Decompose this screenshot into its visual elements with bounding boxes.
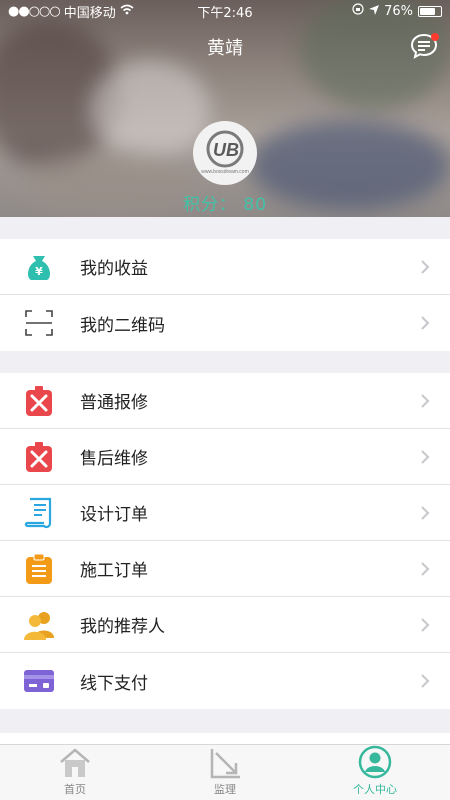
qr-scan-icon (22, 306, 56, 340)
repair-tools-icon (22, 440, 56, 474)
tab-label: 首页 (64, 783, 86, 796)
menu-item-aftersale-repair[interactable]: 售后维修 (0, 429, 450, 485)
svg-text:www.bossdream.com: www.bossdream.com (201, 169, 249, 175)
tab-profile[interactable]: 个人中心 (300, 745, 450, 800)
menu-item-my-earnings[interactable]: ¥ 我的收益 (0, 239, 450, 295)
tab-bar: 首页 监理 个人中心 (0, 744, 450, 800)
menu-group-1: ¥ 我的收益 我的二维码 (0, 239, 450, 351)
chevron-right-icon (421, 316, 430, 330)
menu-item-label: 我的推荐人 (80, 617, 165, 637)
menu-item-design-order[interactable]: 设计订单 (0, 485, 450, 541)
people-icon (22, 608, 56, 642)
menu-item-label: 线下支付 (80, 673, 148, 694)
svg-text:¥: ¥ (35, 265, 43, 278)
status-time: 下午2:46 (197, 5, 253, 21)
menu-item-my-qrcode[interactable]: 我的二维码 (0, 295, 450, 351)
home-icon (60, 748, 90, 777)
menu-group-2: 普通报修 售后维修 设计订单 施工订单 我的推荐人 线下支付 (0, 373, 450, 709)
brand-logo-icon: UB www.bossdream.com (201, 130, 249, 175)
menu-item-construction-order[interactable]: 施工订单 (0, 541, 450, 597)
wifi-icon (120, 4, 134, 19)
chevron-right-icon (421, 674, 430, 688)
menu-item-label: 我的二维码 (80, 315, 165, 336)
avatar[interactable]: UB www.bossdream.com (193, 121, 257, 185)
menu-item-label: 我的收益 (80, 259, 148, 279)
lock-rotation-icon (352, 3, 364, 19)
message-button[interactable] (410, 32, 440, 60)
menu-item-label: 设计订单 (80, 505, 148, 525)
tab-label: 监理 (214, 783, 236, 796)
card-icon (22, 664, 56, 698)
menu-item-label: 施工订单 (80, 561, 148, 581)
chevron-right-icon (421, 450, 430, 464)
tab-home[interactable]: 首页 (0, 745, 150, 800)
profile-icon (358, 745, 392, 779)
chevron-right-icon (421, 394, 430, 408)
battery-icon (418, 5, 442, 17)
chevron-right-icon (421, 260, 430, 274)
tab-label: 个人中心 (353, 783, 397, 796)
carrier-label: 中国移动 (63, 5, 116, 21)
battery-percent: 76% (384, 3, 413, 19)
points-label: 积分： 80 (182, 195, 268, 215)
menu-item-offline-payment[interactable]: 线下支付 (0, 653, 450, 709)
menu-item-my-referrer[interactable]: 我的推荐人 (0, 597, 450, 653)
repair-tools-icon (22, 384, 56, 418)
page-title: 黄靖 (207, 38, 243, 59)
menu-item-label: 售后维修 (80, 449, 148, 469)
menu-item-label: 普通报修 (80, 393, 148, 413)
chevron-right-icon (421, 506, 430, 520)
profile-header: ●●○○○ 中国移动 下午2:46 76% 黄靖 UB www.bossdrea… (0, 0, 450, 217)
supervision-icon (210, 749, 240, 779)
menu-item-normal-repair[interactable]: 普通报修 (0, 373, 450, 429)
status-bar: ●●○○○ 中国移动 下午2:46 76% (0, 0, 450, 22)
chevron-right-icon (421, 618, 430, 632)
design-scroll-icon (22, 496, 56, 530)
chevron-right-icon (421, 562, 430, 576)
svg-text:UB: UB (213, 140, 239, 160)
money-bag-icon: ¥ (22, 250, 56, 284)
chat-bubble-icon (410, 33, 439, 59)
tab-supervision[interactable]: 监理 (150, 745, 300, 800)
location-icon (369, 4, 380, 19)
clipboard-icon (22, 552, 56, 586)
signal-icon: ●●○○○ (8, 3, 61, 19)
